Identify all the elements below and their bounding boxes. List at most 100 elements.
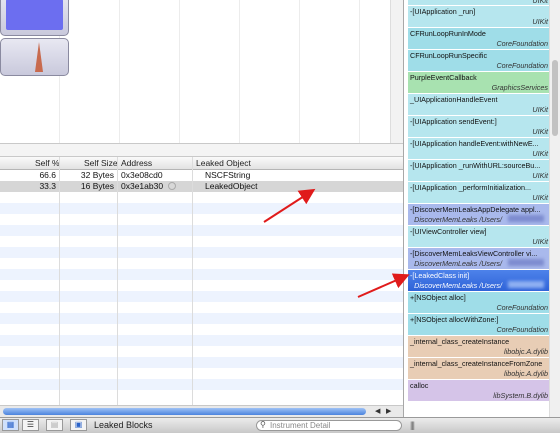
frame-symbol: -[UIApplication _run] [410,7,476,16]
table-row[interactable] [0,302,403,313]
detail-pane: Self % Self Size Address Leaked Object 6… [0,0,403,433]
stack-frame[interactable]: -[UIViewController view] UIKit [408,226,552,247]
frame-library: UIKit [532,0,548,5]
table-row[interactable] [0,192,403,203]
table-row[interactable] [0,368,403,379]
frame-symbol: _internal_class_createInstance [410,337,510,346]
info-arrow-icon[interactable] [168,182,176,190]
stack-frame[interactable]: UIKit [408,0,552,5]
stack-frame[interactable]: _UIApplicationHandleEvent UIKit [408,94,552,115]
instrument-detail-search[interactable]: ⚲ Instrument Detail [256,420,402,431]
frame-symbol: PurpleEventCallback [410,73,477,82]
extended-detail-pane: UIKit -[UIApplication _run] UIKit CFRunLoop… [403,0,560,417]
pane-splitter[interactable] [0,143,403,157]
bottom-toolbar: ▦ ☰ ▤ ▣ Leaked Blocks ⚲ Instrument Detai… [0,417,560,433]
leaks-track-icon[interactable] [0,38,69,76]
leak-spike [35,42,43,72]
outline-view-icon[interactable]: ☰ [22,419,39,431]
frame-library: libobjc.A.dylib [504,369,548,378]
frame-symbol: -[LeakedClass init] [410,271,470,280]
frame-symbol: -[UIApplication _runWithURL:sourceBu... [410,161,541,170]
table-row[interactable] [0,247,403,258]
cell-leaked-object: NSCFString [205,170,251,180]
stack-frame[interactable]: +[NSObject allocWithZone:] CoreFoundation [408,314,552,335]
scrollbar-thumb[interactable] [552,60,558,136]
table-row[interactable] [0,335,403,346]
table-row[interactable] [0,390,403,401]
table-view-icon[interactable]: ▦ [2,419,19,431]
instruments-window: Self % Self Size Address Leaked Object 6… [0,0,560,433]
table-row[interactable] [0,291,403,302]
stack-scrollbar[interactable] [549,0,560,417]
frame-library: libobjc.A.dylib [504,347,548,356]
table-row[interactable] [0,280,403,291]
frame-symbol: CFRunLoopRunSpecific [410,51,488,60]
stack-frame[interactable]: calloc libSystem.B.dylib [408,380,552,401]
table-row[interactable] [0,357,403,368]
column-divider [59,157,60,405]
table-row[interactable] [0,236,403,247]
column-divider [117,157,118,405]
cell-self-percent: 33.3 [39,181,56,191]
frame-symbol: +[NSObject alloc] [410,293,466,302]
frame-symbol: -[DiscoverMemLeaksAppDelegate appl... [410,205,541,214]
stack-frame[interactable]: -[DiscoverMemLeaksAppDelegate appl... Dis… [408,204,552,225]
scroll-left-icon[interactable]: ◀ [375,407,380,415]
frame-library: CoreFoundation [496,325,548,334]
timeline-scrollbar[interactable] [390,0,403,143]
diagram-view-icon[interactable]: ▤ [46,419,63,431]
resize-grip-icon[interactable]: ||| [410,420,415,430]
column-address[interactable]: Address [121,158,152,168]
stack-frame[interactable]: PurpleEventCallback GraphicsServices [408,72,552,93]
table-row[interactable] [0,225,403,236]
table-row[interactable] [0,214,403,225]
track-timeline[interactable] [0,0,403,143]
table-header: Self % Self Size Address Leaked Object [0,157,403,170]
frame-symbol: _internal_class_createInstanceFromZone [410,359,543,368]
stack-frame[interactable]: -[UIApplication _runWithURL:sourceBu... U… [408,160,552,181]
table-row[interactable] [0,258,403,269]
frame-symbol: _UIApplicationHandleEvent [410,95,498,104]
stack-frame[interactable]: _internal_class_createInstance libobjc.A.… [408,336,552,357]
redacted-path [508,215,544,222]
allocations-graph [6,0,63,30]
cell-self-size: 16 Bytes [80,181,114,191]
allocations-track-icon[interactable] [0,0,69,36]
stack-frame[interactable]: -[UIApplication _run] UIKit [408,6,552,27]
column-self-size[interactable]: Self Size [84,158,118,168]
frame-library: DiscoverMemLeaks /Users/ [414,259,502,268]
scroll-right-icon[interactable]: ▶ [386,407,391,415]
frame-symbol: -[DiscoverMemLeaksViewController vi... [410,249,538,258]
table-row[interactable] [0,324,403,335]
scrollbar-thumb[interactable] [3,408,366,415]
extended-detail-icon[interactable]: ▣ [70,419,87,431]
table-row[interactable] [0,203,403,214]
stack-frame[interactable]: -[UIApplication sendEvent:] UIKit [408,116,552,137]
frame-library: UIKit [532,149,548,158]
cell-leaked-object: LeakedObject [205,181,258,191]
cell-self-percent: 66.6 [39,170,56,180]
table-row[interactable] [0,379,403,390]
stack-frame[interactable]: CFRunLoopRunInMode CoreFoundation [408,28,552,49]
frame-symbol: -[UIApplication sendEvent:] [410,117,497,126]
stack-frame[interactable]: -[UIApplication handleEvent:withNewE... U… [408,138,552,159]
frame-library: UIKit [532,17,548,26]
stack-frame[interactable]: -[UIApplication _performInitialization..… [408,182,552,203]
stack-frame[interactable]: -[LeakedClass init] DiscoverMemLeaks /Use… [408,270,552,291]
stack-frame[interactable]: _internal_class_createInstanceFromZone li… [408,358,552,379]
stack-frame[interactable]: -[DiscoverMemLeaksViewController vi... Di… [408,248,552,269]
leaked-blocks-table: Self % Self Size Address Leaked Object 6… [0,157,403,405]
table-row[interactable] [0,313,403,324]
stack-frame[interactable]: CFRunLoopRunSpecific CoreFoundation [408,50,552,71]
table-row[interactable] [0,346,403,357]
column-self-percent[interactable]: Self % [35,158,60,168]
redacted-path [508,259,544,266]
frame-library: CoreFoundation [496,39,548,48]
column-leaked-object[interactable]: Leaked Object [196,158,251,168]
table-row[interactable] [0,269,403,280]
stack-frame[interactable]: +[NSObject alloc] CoreFoundation [408,292,552,313]
detail-view-label[interactable]: Leaked Blocks [94,420,153,430]
table-row[interactable]: 66.6 32 Bytes 0x3e08cd0 NSCFString [0,170,403,181]
table-row[interactable]: 33.3 16 Bytes 0x3e1ab30 LeakedObject [0,181,403,192]
table-horizontal-scrollbar[interactable]: ◀ ▶ [0,405,403,417]
